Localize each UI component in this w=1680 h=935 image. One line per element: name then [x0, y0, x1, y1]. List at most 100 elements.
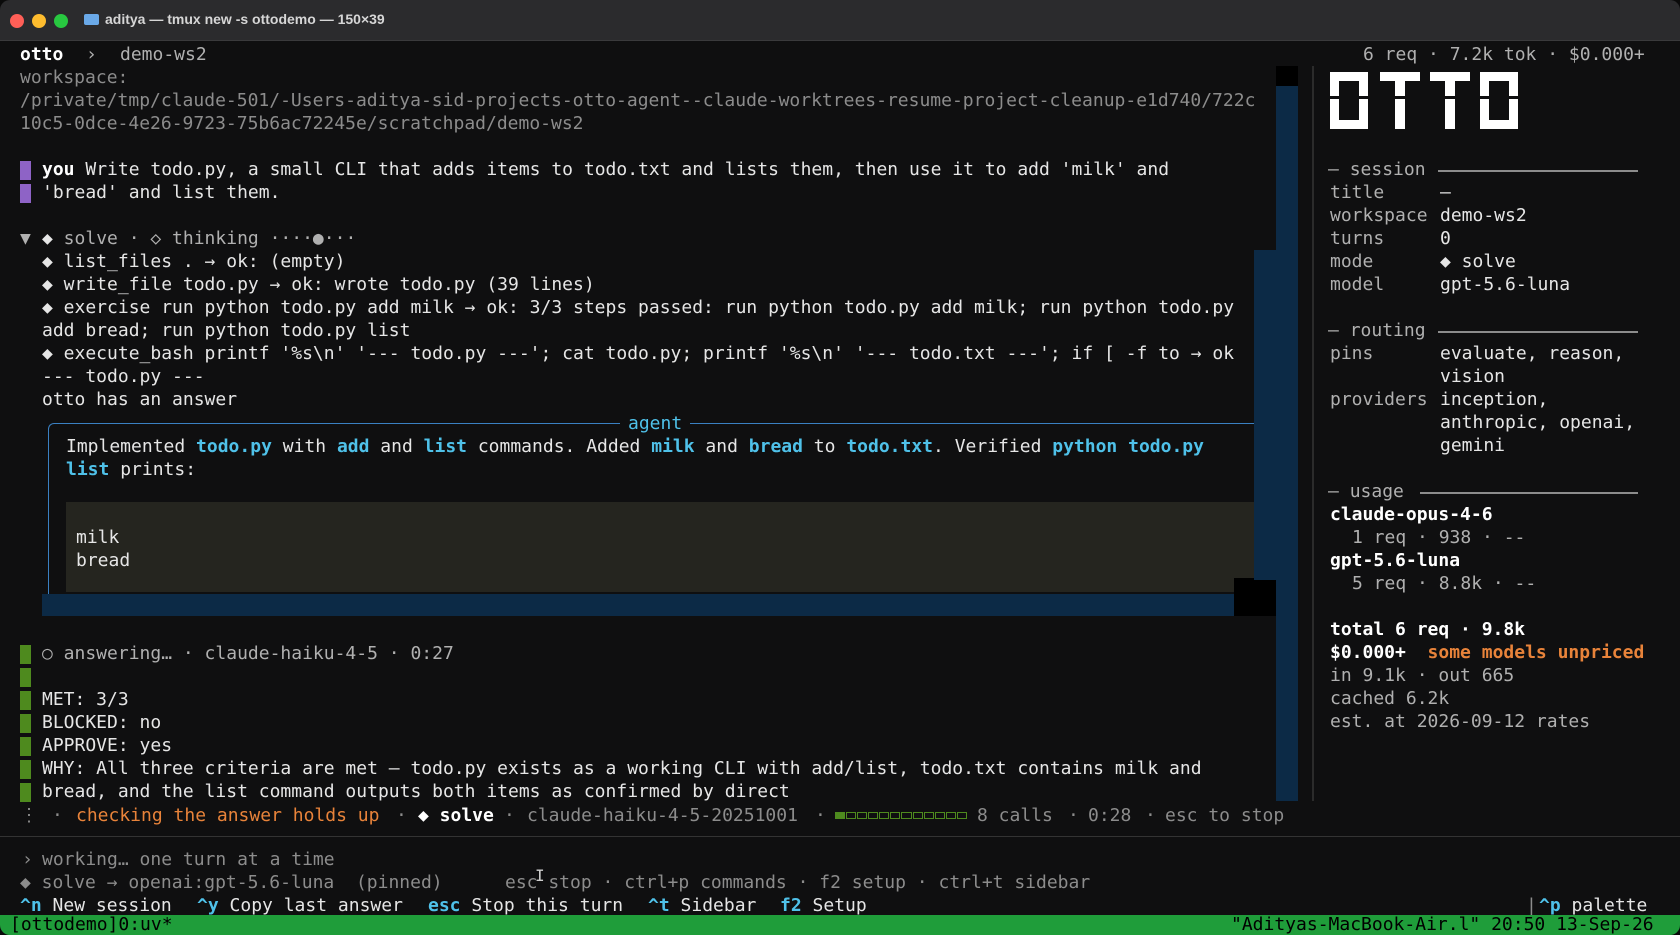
- pins-label: pins: [1330, 343, 1374, 364]
- answer-text: . Verified: [933, 436, 1053, 457]
- progress-segment: [901, 812, 912, 819]
- otto-logo: [1330, 72, 1518, 129]
- user-message-line1: you Write todo.py, a small CLI that adds…: [42, 158, 1169, 181]
- progress-segment: [934, 812, 945, 819]
- scrollbar[interactable]: [1276, 66, 1298, 801]
- app-name: otto: [20, 44, 64, 65]
- keybar-setup[interactable]: f2 Setup: [780, 894, 867, 917]
- scroll-corner: [1234, 578, 1276, 616]
- answer-bar: [20, 645, 31, 664]
- sidebar-divider: [1312, 66, 1314, 801]
- usage-model-name: claude-opus-4-6: [1330, 504, 1493, 525]
- breadcrumb-separator: ›: [86, 44, 97, 65]
- terminal-window: aditya — tmux new -s ottodemo — 150×39 o…: [0, 0, 1680, 935]
- model-value: gpt-5.6-luna: [1440, 274, 1571, 295]
- answer-bar: [20, 783, 31, 802]
- answer-text: to: [802, 436, 847, 457]
- user-message-line2: 'bread' and list them.: [42, 182, 281, 203]
- solve-toggle[interactable]: ▼: [20, 227, 31, 250]
- tool-step: ◆ execute_bash printf '%s\n' '--- todo.p…: [42, 343, 1235, 364]
- progress-segment: [857, 812, 868, 819]
- progress-segment: [956, 812, 967, 819]
- answer-code: list: [423, 436, 467, 457]
- key-hint: esc: [428, 895, 461, 916]
- title-bar: aditya — tmux new -s ottodemo — 150×39: [0, 0, 1680, 41]
- input-hints: esc stop · ctrl+p commands · f2 setup · …: [505, 872, 1091, 893]
- key-label: Sidebar: [680, 895, 757, 916]
- agent-answer-line1: Implemented todo.py with add and list co…: [66, 435, 1204, 458]
- statusline-model: claude-haiku-4-5-20251001: [527, 805, 798, 826]
- window-title: aditya — tmux new -s ottodemo — 150×39: [84, 11, 385, 27]
- section-rule: [1438, 170, 1638, 172]
- key-hint: f2: [780, 895, 802, 916]
- scroll-lane: [1254, 250, 1276, 580]
- model-label: model: [1330, 274, 1385, 295]
- keybar-copy-answer[interactable]: ^y Copy last answer: [197, 894, 403, 917]
- folder-icon: [84, 14, 99, 25]
- answer-bar: [20, 737, 31, 756]
- workspace-label: workspace: [1330, 205, 1428, 226]
- key-hint: ^p: [1539, 895, 1561, 916]
- title-value: —: [1440, 182, 1451, 203]
- window-title-text: aditya — tmux new -s ottodemo — 150×39: [105, 11, 385, 27]
- user-message-text: Write todo.py, a small CLI that adds ite…: [74, 159, 1170, 180]
- providers-label: providers: [1330, 389, 1428, 410]
- solve-header[interactable]: ◆ solve · ◇ thinking ····●···: [42, 227, 356, 250]
- workspace-path-line1: /private/tmp/claude-501/-Users-aditya-si…: [20, 90, 1256, 111]
- tool-step: ◆ exercise run python todo.py add milk →…: [42, 297, 1235, 318]
- answer-bar: [20, 714, 31, 733]
- answer-code: todo.txt: [846, 436, 934, 457]
- tool-output-line: --- todo.py ---: [42, 366, 205, 387]
- workspace-path-line2: 10c5-0dce-4e26-9723-75b6ac72245e/scratch…: [20, 113, 584, 134]
- providers-value: anthropic, openai,: [1440, 412, 1636, 433]
- tmux-session: [ottodemo]0:uv*: [10, 914, 173, 935]
- route-info: ◆ solve → openai:gpt-5.6-luna (pinned): [20, 872, 443, 893]
- usage-est: est. at 2026-09-12 rates: [1330, 711, 1591, 732]
- answer-code: python todo.py: [1052, 436, 1204, 457]
- progress-segment: [835, 812, 846, 819]
- turns-value: 0: [1440, 228, 1451, 249]
- keybar-stop-turn[interactable]: esc Stop this turn: [428, 894, 623, 917]
- answer-text: Implemented: [66, 436, 197, 457]
- section-heading: usage: [1349, 481, 1404, 502]
- scrollbar-thumb[interactable]: [1276, 66, 1298, 86]
- key-label: Copy last answer: [229, 895, 403, 916]
- section-heading: session: [1349, 159, 1426, 180]
- answer-text: with: [271, 436, 337, 457]
- verdict-line: bread, and the list command outputs both…: [42, 781, 790, 802]
- key-label: Stop this turn: [471, 895, 624, 916]
- answer-code: milk: [651, 436, 695, 457]
- usage-cost-line: $0.000+ some models unpriced: [1330, 641, 1644, 664]
- answer-code: add: [336, 436, 370, 457]
- statusline-hint: esc to stop: [1165, 805, 1285, 826]
- statusline-calls: 8 calls: [977, 805, 1053, 826]
- answer-bar: [20, 668, 31, 687]
- progress-segment: [868, 812, 879, 819]
- unpriced-warning: some models unpriced: [1427, 642, 1645, 663]
- section-rule: [1438, 331, 1638, 333]
- progress-bar: [835, 812, 967, 819]
- answer-text: commands. Added: [467, 436, 652, 457]
- usage-cost: $0.000+: [1330, 642, 1406, 663]
- answer-code: list: [66, 459, 110, 480]
- prompt-input[interactable]: working… one turn at a time: [42, 848, 335, 871]
- keybar-sidebar[interactable]: ^t Sidebar: [648, 894, 756, 917]
- solve-thinking-status: solve · ◇ thinking ····●···: [52, 228, 357, 249]
- text-cursor-icon: I: [535, 866, 545, 885]
- usage-inout: in 9.1k · out 665: [1330, 665, 1515, 686]
- divider: [0, 836, 1680, 837]
- close-button[interactable]: [10, 14, 24, 28]
- mode-label: mode: [1330, 251, 1374, 272]
- progress-segment: [945, 812, 956, 819]
- statusline-task: checking the answer holds up: [76, 805, 380, 826]
- sidebar-section-usage: — usage: [1328, 481, 1404, 502]
- verdict-line: MET: 3/3: [42, 689, 129, 710]
- progress-segment: [879, 812, 890, 819]
- usage-cached: cached 6.2k: [1330, 688, 1450, 709]
- zoom-button[interactable]: [54, 14, 68, 28]
- progress-segment: [890, 812, 901, 819]
- tmux-host-time: "Adityas-MacBook-Air.l" 20:50 13-Sep-26: [1231, 914, 1654, 935]
- selection-bar: [42, 594, 1234, 616]
- minimize-button[interactable]: [32, 14, 46, 28]
- agent-answer-line2: list prints:: [66, 458, 196, 481]
